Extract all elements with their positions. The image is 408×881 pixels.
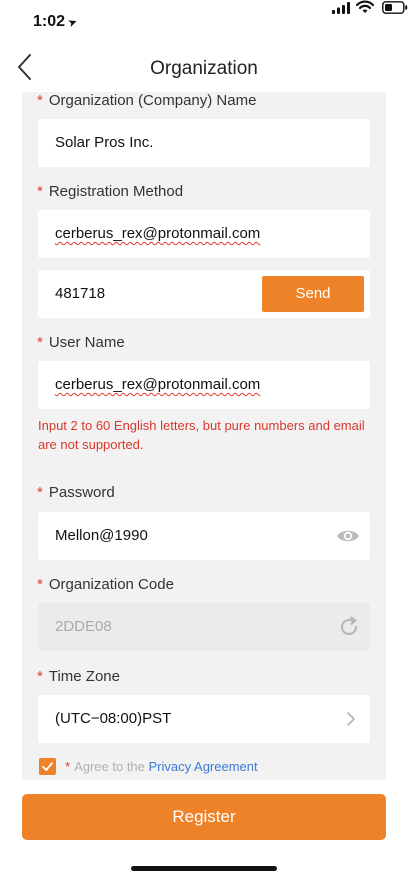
timezone-value: (UTC−08:00)PST <box>55 710 172 727</box>
send-code-button[interactable]: Send <box>262 276 364 312</box>
registration-form: * Organization (Company) Name Solar Pros … <box>22 92 386 780</box>
org-code-label: * Organization Code <box>37 576 174 593</box>
timezone-select[interactable]: (UTC−08:00)PST <box>38 695 370 743</box>
username-value: cerberus_rex@protonmail.com <box>55 376 261 393</box>
page-title: Organization <box>150 58 258 79</box>
timezone-label: * Time Zone <box>37 668 120 685</box>
username-label: * User Name <box>37 334 125 351</box>
password-field[interactable]: Mellon@1990 <box>38 512 370 560</box>
status-time: 1:02➤ <box>33 13 80 31</box>
home-indicator <box>131 866 277 871</box>
privacy-agreement-link[interactable]: Privacy Agreement <box>149 759 258 774</box>
registration-method-label: * Registration Method <box>37 183 184 200</box>
password-label: * Password <box>37 484 115 501</box>
org-code-value: 2DDE08 <box>55 618 112 635</box>
cellular-signal-icon <box>332 2 350 14</box>
verification-code-field[interactable]: 481718 Send <box>38 270 370 318</box>
username-field[interactable]: cerberus_rex@protonmail.com <box>38 361 370 409</box>
location-arrow-icon: ➤ <box>66 15 80 31</box>
org-code-field: 2DDE08 <box>38 603 370 651</box>
password-value: Mellon@1990 <box>55 527 148 544</box>
status-bar: 1:02➤ <box>0 0 408 44</box>
refresh-icon[interactable] <box>338 616 360 638</box>
agree-checkbox[interactable] <box>39 758 56 775</box>
checkmark-icon <box>42 762 53 771</box>
org-name-field[interactable]: Solar Pros Inc. <box>38 119 370 167</box>
username-hint: Input 2 to 60 English letters, but pure … <box>38 418 365 452</box>
nav-bar: Organization <box>0 44 408 92</box>
org-name-label: * Organization (Company) Name <box>37 92 257 109</box>
battery-icon <box>382 1 408 14</box>
org-name-value: Solar Pros Inc. <box>55 134 154 151</box>
register-button[interactable]: Register <box>22 794 386 840</box>
registration-method-field[interactable]: cerberus_rex@protonmail.com <box>38 210 370 258</box>
eye-icon[interactable] <box>336 527 360 545</box>
agreement-text: * Agree to the Privacy Agreement <box>65 759 258 774</box>
chevron-right-icon <box>347 712 355 726</box>
wifi-icon <box>356 0 374 13</box>
registration-method-value: cerberus_rex@protonmail.com <box>55 225 261 242</box>
verification-code-value: 481718 <box>55 285 106 302</box>
